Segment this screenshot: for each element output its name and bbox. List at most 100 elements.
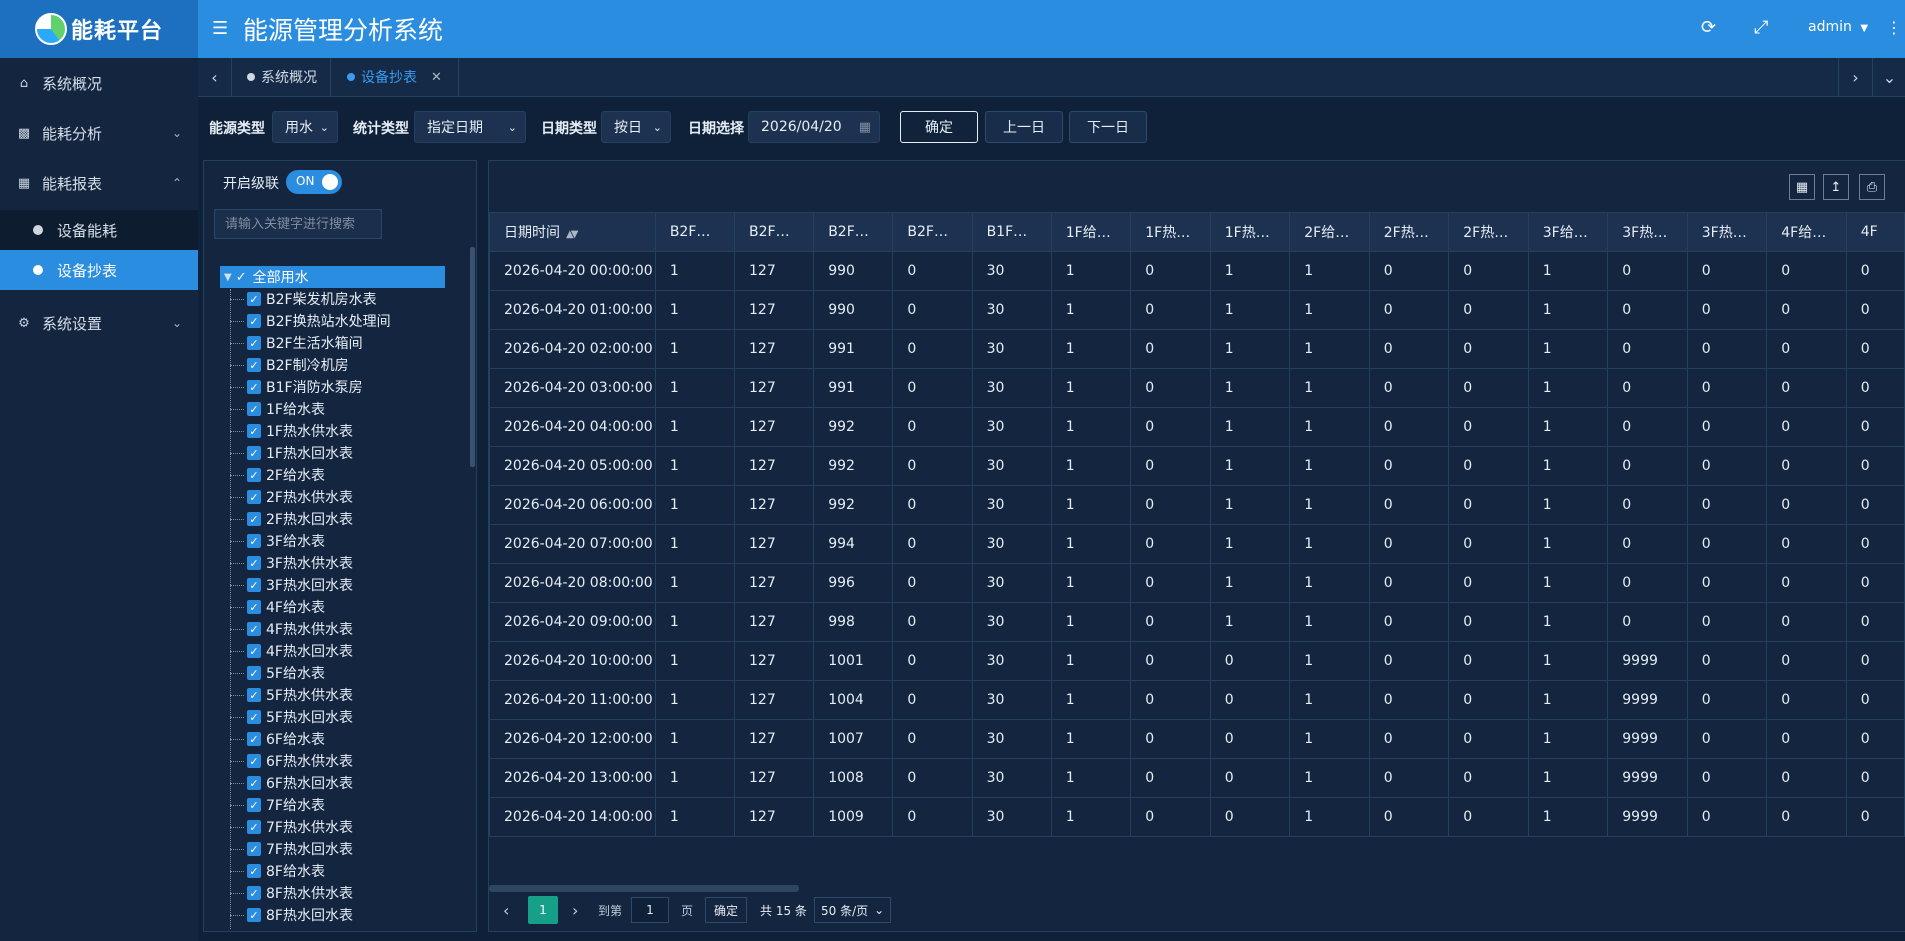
- tree-node[interactable]: ✓ 6F热水供水表: [230, 750, 391, 772]
- checkbox-checked-icon[interactable]: ✓: [247, 776, 261, 790]
- checkbox-checked-icon[interactable]: ✓: [247, 732, 261, 746]
- checkbox-checked-icon[interactable]: ✓: [247, 336, 261, 350]
- check-icon[interactable]: ✓: [236, 270, 247, 285]
- export-icon[interactable]: ↥: [1823, 174, 1849, 200]
- tree-node[interactable]: ✓ 4F热水供水表: [230, 618, 391, 640]
- column-header[interactable]: 2F热…: [1368, 212, 1450, 252]
- tree-node[interactable]: ✓ 7F热水供水表: [230, 816, 391, 838]
- tree-node[interactable]: ✓ 8F热水回水表: [230, 904, 391, 926]
- column-header[interactable]: 2F给…: [1289, 212, 1370, 252]
- checkbox-checked-icon[interactable]: ✓: [247, 820, 261, 834]
- table-row[interactable]: 2026-04-20 07:00:00 1 127 994 0 30 1 0 1 1 0 0 1 0 0 0 0: [489, 524, 1905, 564]
- table-row[interactable]: 2026-04-20 01:00:00 1 127 990 0 30 1 0 1 1 0 0 1 0 0 0 0: [489, 290, 1905, 330]
- table-row[interactable]: 2026-04-20 06:00:00 1 127 992 0 30 1 0 1 1 0 0 1 0 0 0 0: [489, 485, 1905, 525]
- checkbox-checked-icon[interactable]: ✓: [247, 292, 261, 306]
- checkbox-checked-icon[interactable]: ✓: [247, 512, 261, 526]
- tree-node[interactable]: ✓ 2F给水表: [230, 464, 391, 486]
- tree-node[interactable]: ✓ 8F热水供水表: [230, 882, 391, 904]
- cascade-switch[interactable]: ON: [286, 170, 342, 194]
- column-header[interactable]: B2F…: [813, 212, 894, 252]
- checkbox-checked-icon[interactable]: ✓: [247, 600, 261, 614]
- tree-node[interactable]: ✓ 4F热水回水表: [230, 640, 391, 662]
- goto-page-input[interactable]: [631, 897, 669, 923]
- checkbox-checked-icon[interactable]: ✓: [247, 490, 261, 504]
- tree-node[interactable]: ✓ B2F柴发机房水表: [230, 288, 391, 310]
- menu-toggle-icon[interactable]: ☰: [212, 18, 228, 39]
- tabs-dropdown-icon[interactable]: ⌄: [1872, 58, 1905, 96]
- checkbox-checked-icon[interactable]: ✓: [247, 666, 261, 680]
- more-vertical-icon[interactable]: ⋮: [1886, 18, 1902, 37]
- confirm-button[interactable]: 确定: [900, 111, 978, 143]
- table-row[interactable]: 2026-04-20 08:00:00 1 127 996 0 30 1 0 1 1 0 0 1 0 0 0 0: [489, 563, 1905, 603]
- tree-node[interactable]: ✓ B1F消防水泵房: [230, 376, 391, 398]
- next-page-icon[interactable]: ›: [572, 895, 578, 925]
- checkbox-checked-icon[interactable]: ✓: [247, 710, 261, 724]
- tree-node[interactable]: ✓ 3F给水表: [230, 530, 391, 552]
- tree-node[interactable]: ✓ 2F热水回水表: [230, 508, 391, 530]
- tree-node[interactable]: ✓ 1F热水回水表: [230, 442, 391, 464]
- stat-type-select[interactable]: 指定日期 ⌄: [414, 111, 526, 143]
- tree-node[interactable]: ✓ 2F热水供水表: [230, 486, 391, 508]
- sort-icon[interactable]: ▲▼: [566, 229, 579, 240]
- user-menu[interactable]: admin ▼: [1808, 19, 1868, 35]
- date-type-select[interactable]: 按日 ⌄: [601, 111, 671, 143]
- goto-confirm-button[interactable]: 确定: [705, 897, 748, 923]
- column-header[interactable]: 4F给…: [1766, 212, 1847, 252]
- column-header[interactable]: 2F热…: [1448, 212, 1529, 252]
- column-header[interactable]: 3F热…: [1607, 212, 1688, 252]
- checkbox-checked-icon[interactable]: ✓: [247, 864, 261, 878]
- tree-node[interactable]: ✓ 3F热水回水表: [230, 574, 391, 596]
- checkbox-checked-icon[interactable]: ✓: [247, 644, 261, 658]
- tabs-scroll-right-icon[interactable]: ›: [1838, 58, 1872, 96]
- print-icon[interactable]: ⎙: [1859, 174, 1885, 200]
- tree-node[interactable]: ✓ B2F生活水箱间: [230, 332, 391, 354]
- tree-node[interactable]: ✓ 5F热水回水表: [230, 706, 391, 728]
- table-row[interactable]: 2026-04-20 04:00:00 1 127 992 0 30 1 0 1 1 0 0 1 0 0 0 0: [489, 407, 1905, 447]
- table-horizontal-scrollbar[interactable]: [489, 885, 799, 892]
- checkbox-checked-icon[interactable]: ✓: [247, 688, 261, 702]
- table-row[interactable]: 2026-04-20 00:00:00 1 127 990 0 30 1 0 1 1 0 0 1 0 0 0 0: [489, 251, 1905, 291]
- checkbox-checked-icon[interactable]: ✓: [247, 402, 261, 416]
- checkbox-checked-icon[interactable]: ✓: [247, 424, 261, 438]
- tree-node[interactable]: ✓ 7F给水表: [230, 794, 391, 816]
- sidebar-item-analysis[interactable]: ▩ 能耗分析 ⌄: [0, 108, 198, 158]
- tree-node[interactable]: ✓ 4F给水表: [230, 596, 391, 618]
- column-header[interactable]: 3F热…: [1686, 212, 1768, 252]
- columns-icon[interactable]: ▦: [1789, 174, 1815, 200]
- checkbox-checked-icon[interactable]: ✓: [247, 886, 261, 900]
- column-header[interactable]: B2F…: [892, 212, 973, 252]
- tree-node[interactable]: ✓ 8F给水表: [230, 860, 391, 882]
- sidebar-subitem-device-energy[interactable]: 设备能耗: [0, 210, 198, 250]
- tree-node[interactable]: ✓ 7F热水回水表: [230, 838, 391, 860]
- sidebar-item-settings[interactable]: ⚙ 系统设置 ⌄: [0, 298, 198, 348]
- column-header[interactable]: B2F…: [654, 212, 736, 252]
- tree-node[interactable]: ✓ 3F热水供水表: [230, 552, 391, 574]
- checkbox-checked-icon[interactable]: ✓: [247, 446, 261, 460]
- tree-node[interactable]: ✓ 1F给水表: [230, 398, 391, 420]
- table-row[interactable]: 2026-04-20 11:00:00 1 127 1004 0 30 1 0 0 1 0 0 1 999…: [489, 680, 1905, 720]
- checkbox-checked-icon[interactable]: ✓: [247, 908, 261, 922]
- tree-search-input[interactable]: [214, 209, 382, 239]
- table-row[interactable]: 2026-04-20 12:00:00 1 127 1007 0 30 1 0 0 1 0 0 1 999…: [489, 719, 1905, 759]
- tab-meter-reading[interactable]: 设备抄表 ✕: [331, 58, 459, 96]
- tree-root-node[interactable]: ▼ ✓ 全部用水: [220, 266, 445, 288]
- checkbox-checked-icon[interactable]: ✓: [247, 622, 261, 636]
- table-row[interactable]: 2026-04-20 14:00:00 1 127 1009 0 30 1 0 0 1 0 0 1 999…: [489, 797, 1905, 837]
- column-header[interactable]: 1F热…: [1209, 212, 1291, 252]
- checkbox-checked-icon[interactable]: ✓: [247, 468, 261, 482]
- close-icon[interactable]: ✕: [431, 70, 442, 85]
- next-day-button[interactable]: 下一日: [1069, 111, 1147, 143]
- tree-scrollbar[interactable]: [470, 247, 475, 467]
- checkbox-checked-icon[interactable]: ✓: [247, 314, 261, 328]
- refresh-icon[interactable]: ⟳: [1701, 17, 1716, 38]
- table-row[interactable]: 2026-04-20 13:00:00 1 127 1008 0 30 1 0 0 1 0 0 1 999…: [489, 758, 1905, 798]
- page-size-select[interactable]: 50 条/页 ⌄: [814, 897, 892, 923]
- checkbox-checked-icon[interactable]: ✓: [247, 380, 261, 394]
- column-header[interactable]: 1F给…: [1050, 212, 1132, 252]
- sidebar-item-reports[interactable]: ▦ 能耗报表 ⌃: [0, 158, 198, 208]
- tab-overview[interactable]: 系统概况: [231, 58, 331, 96]
- tree-node[interactable]: ✓ B2F换热站水处理间: [230, 310, 391, 332]
- tabs-scroll-left-icon[interactable]: ‹: [198, 58, 232, 96]
- page-number-current[interactable]: 1: [528, 896, 558, 924]
- caret-down-icon[interactable]: ▼: [224, 272, 232, 283]
